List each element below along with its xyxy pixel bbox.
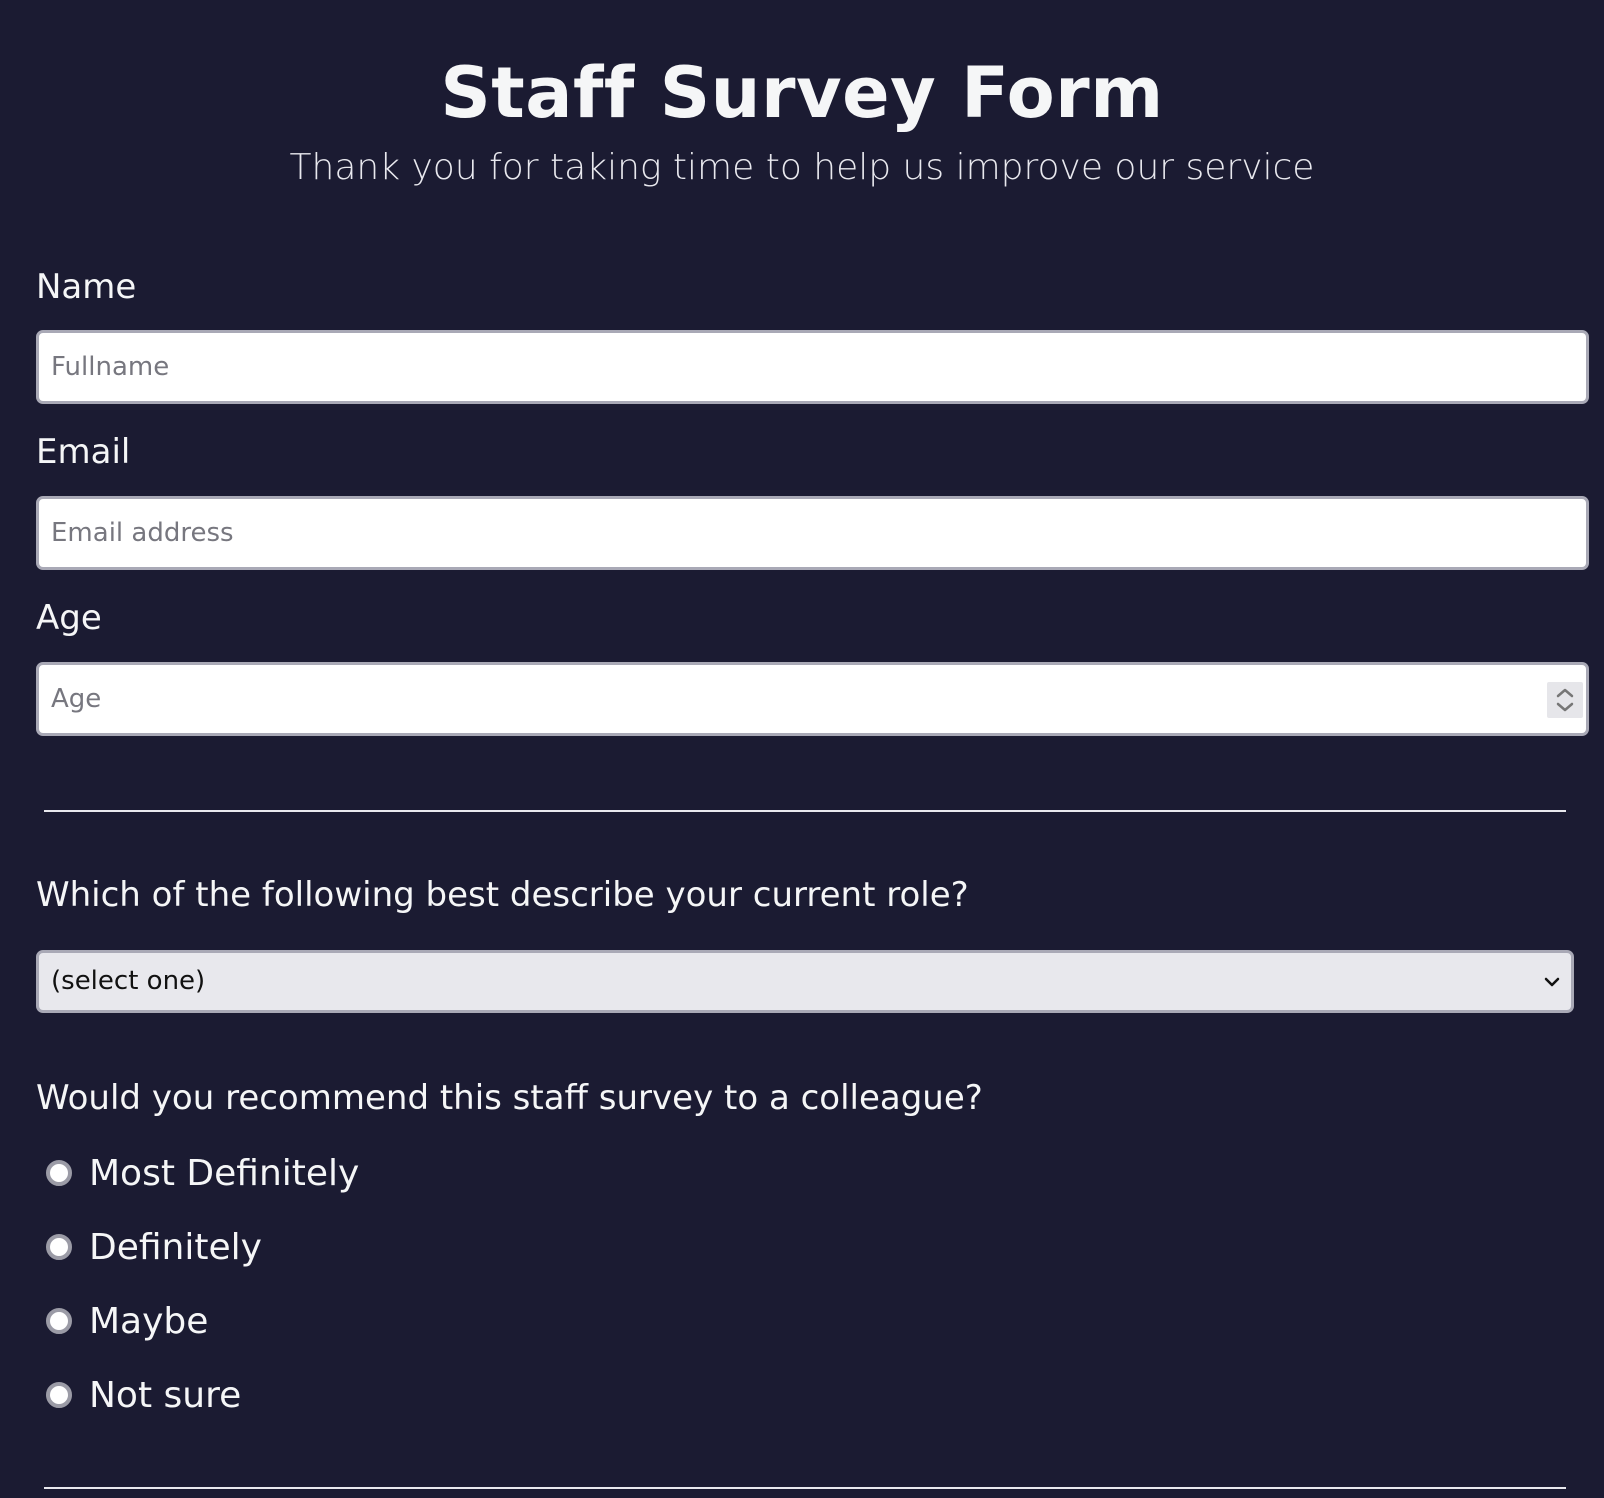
- recommend-question: Would you recommend this staff survey to…: [36, 1078, 983, 1118]
- name-input[interactable]: [36, 330, 1589, 404]
- role-select-value: (select one): [51, 966, 206, 996]
- name-label: Name: [36, 267, 137, 307]
- chevron-down-icon: [1543, 973, 1561, 995]
- radio-circle-icon[interactable]: [46, 1160, 72, 1186]
- role-question: Which of the following best describe you…: [36, 875, 969, 915]
- radio-label: Not sure: [89, 1375, 242, 1416]
- page-title: Staff Survey Form: [440, 52, 1164, 134]
- radio-label: Most Definitely: [89, 1153, 360, 1194]
- section-divider: [44, 1487, 1566, 1489]
- age-input[interactable]: [36, 662, 1589, 736]
- radio-circle-icon[interactable]: [46, 1234, 72, 1260]
- email-label: Email: [36, 432, 131, 472]
- role-select[interactable]: (select one): [36, 950, 1574, 1013]
- section-divider: [44, 810, 1566, 812]
- email-input[interactable]: [36, 496, 1589, 570]
- radio-circle-icon[interactable]: [46, 1308, 72, 1334]
- radio-label: Maybe: [89, 1301, 209, 1342]
- up-down-arrows-icon[interactable]: [1547, 682, 1583, 718]
- age-label: Age: [36, 598, 102, 638]
- radio-label: Definitely: [89, 1227, 262, 1268]
- page-description: Thank you for taking time to help us imp…: [289, 147, 1315, 188]
- radio-circle-icon[interactable]: [46, 1382, 72, 1408]
